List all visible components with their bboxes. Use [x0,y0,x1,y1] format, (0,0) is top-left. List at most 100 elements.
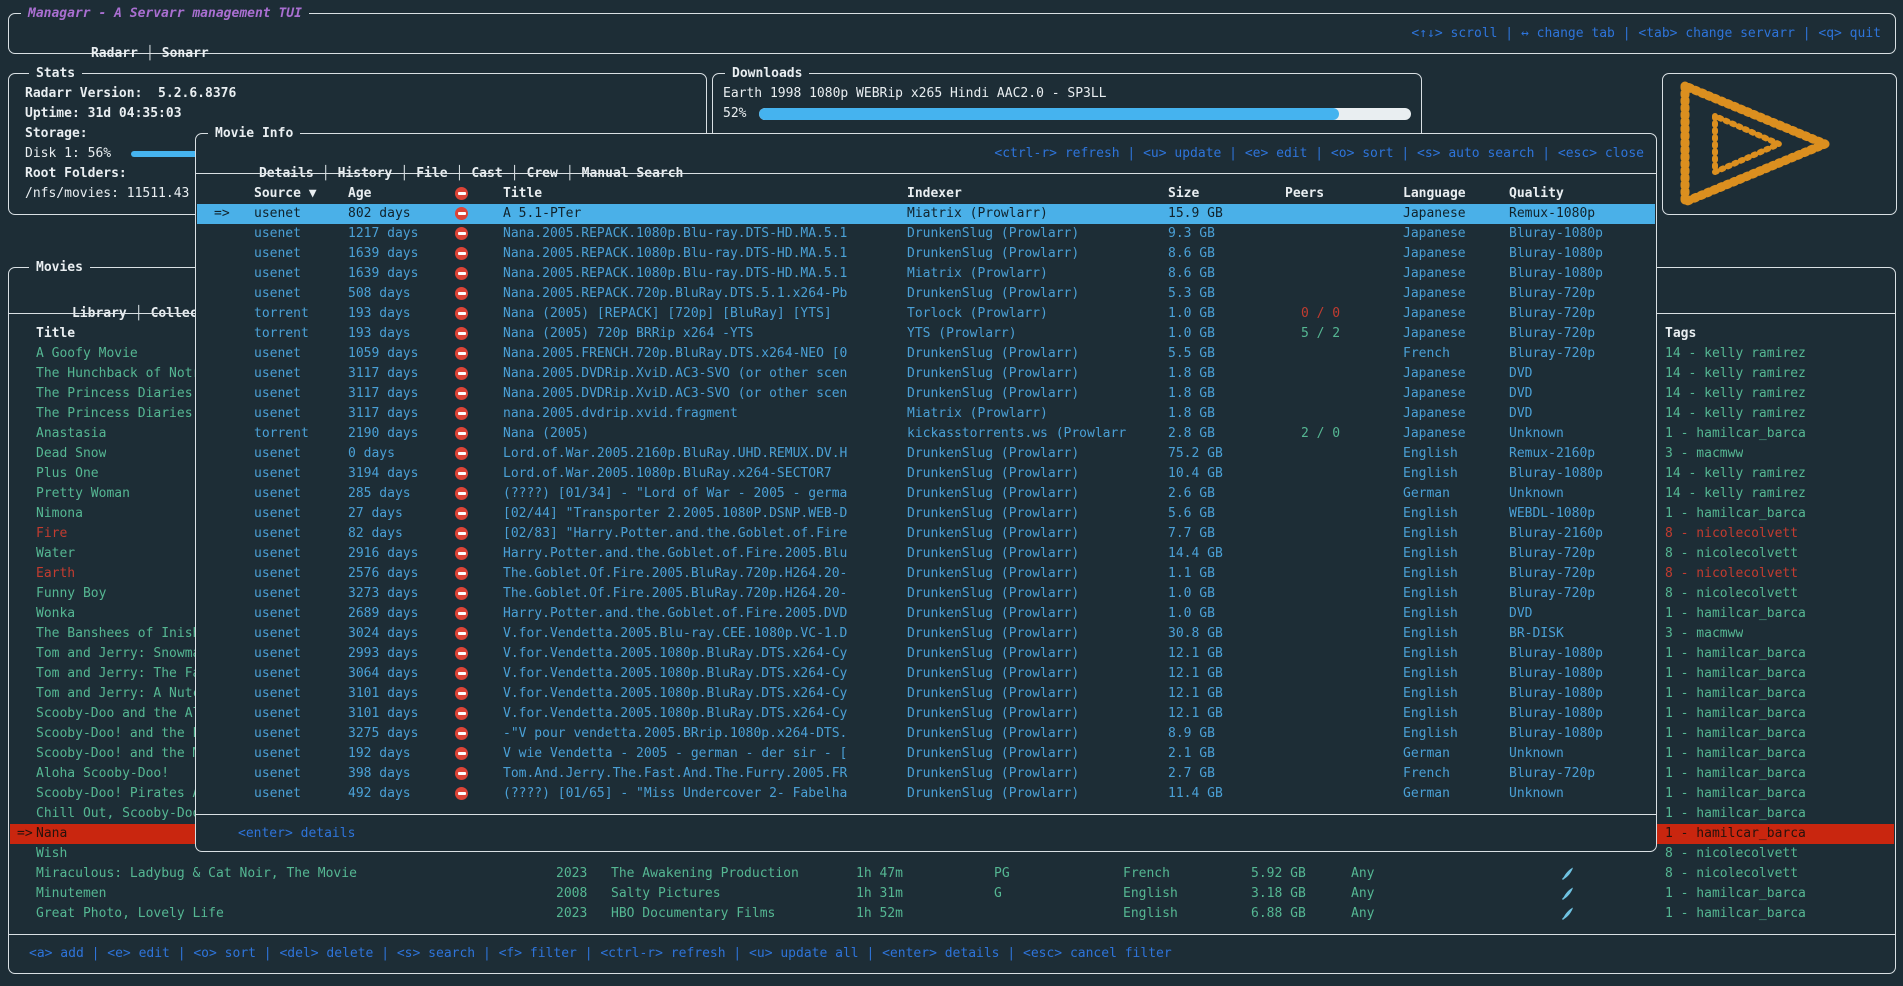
movie-size: 6.88 GB [1251,904,1306,924]
result-indexer: DrunkenSlug (Prowlarr) [907,484,1165,504]
result-language: English [1403,544,1458,564]
rejected-icon [455,767,468,780]
movie-row[interactable]: Great Photo, Lovely Life2023HBO Document… [10,904,1894,924]
movie-row[interactable]: Miraculous: Ladybug & Cat Noir, The Movi… [10,864,1894,884]
movie-runtime: 1h 52m [856,904,903,924]
result-source: usenet [254,624,301,644]
title-column-header[interactable]: Title [503,184,903,204]
result-age: 2190 days [348,424,418,444]
movie-tag: 1 - hamilcar_barca [1665,604,1806,624]
result-indexer: DrunkenSlug (Prowlarr) [907,384,1165,404]
search-result-row[interactable]: usenet2993 daysV.for.Vendetta.2005.1080p… [197,644,1655,664]
managarr-play-logo-icon [1675,80,1833,208]
footer-divider [9,934,1895,935]
movie-tag: 1 - hamilcar_barca [1665,784,1806,804]
movie-runtime: 1h 47m [856,864,903,884]
result-indexer: DrunkenSlug (Prowlarr) [907,464,1165,484]
result-age: 285 days [348,484,411,504]
search-results-rows: =>usenet802 daysA 5.1-PTerMiatrix (Prowl… [197,204,1655,804]
search-result-row[interactable]: =>usenet802 daysA 5.1-PTerMiatrix (Prowl… [197,204,1655,224]
result-quality: Bluray-720p [1509,344,1649,364]
result-source: usenet [254,684,301,704]
result-age: 2689 days [348,604,418,624]
title-column-header[interactable]: Title [36,324,75,344]
search-result-row[interactable]: usenet398 daysTom.And.Jerry.The.Fast.And… [197,764,1655,784]
search-result-row[interactable]: usenet2916 daysHarry.Potter.and.the.Gobl… [197,544,1655,564]
search-result-row[interactable]: usenet82 days[02/83] "Harry.Potter.and.t… [197,524,1655,544]
result-indexer: DrunkenSlug (Prowlarr) [907,364,1165,384]
movie-tag: 1 - hamilcar_barca [1665,504,1806,524]
language-column-header[interactable]: Language [1403,184,1466,204]
movie-quality-profile: Any [1351,864,1374,884]
rejected-icon [455,747,468,760]
result-title: V wie Vendetta - 2005 - german - der sir… [503,744,903,764]
search-result-row[interactable]: usenet1639 daysNana.2005.REPACK.1080p.Bl… [197,244,1655,264]
result-quality: Bluray-720p [1509,284,1649,304]
movie-rating: G [994,884,1002,904]
result-indexer: DrunkenSlug (Prowlarr) [907,744,1165,764]
tab-radarr[interactable]: Radarr [91,46,138,61]
search-result-row[interactable]: usenet0 daysLord.of.War.2005.2160p.BluRa… [197,444,1655,464]
movie-title: The Princess Diaries [36,404,193,424]
result-quality: Unknown [1509,744,1649,764]
indexer-column-header[interactable]: Indexer [907,184,1165,204]
quill-icon [1561,906,1575,928]
search-result-row[interactable]: torrent193 daysNana (2005) [REPACK] [720… [197,304,1655,324]
result-size: 1.8 GB [1168,384,1215,404]
search-result-row[interactable]: usenet1639 daysNana.2005.REPACK.1080p.Bl… [197,264,1655,284]
search-result-row[interactable]: usenet508 daysNana.2005.REPACK.720p.BluR… [197,284,1655,304]
quality-column-header[interactable]: Quality [1509,184,1649,204]
search-result-row[interactable]: usenet3117 daysNana.2005.DVDRip.XviD.AC3… [197,364,1655,384]
search-result-row[interactable]: usenet1217 daysNana.2005.REPACK.1080p.Bl… [197,224,1655,244]
result-age: 3117 days [348,384,418,404]
search-result-row[interactable]: usenet192 daysV wie Vendetta - 2005 - ge… [197,744,1655,764]
movie-tag: 8 - nicolecolvett [1665,864,1798,884]
search-result-row[interactable]: usenet2576 daysThe.Goblet.Of.Fire.2005.B… [197,564,1655,584]
result-quality: Remux-1080p [1509,204,1649,224]
movie-tag: 1 - hamilcar_barca [1665,664,1806,684]
result-title: The.Goblet.Of.Fire.2005.BluRay.720p.H264… [503,584,903,604]
search-result-row[interactable]: usenet3101 daysV.for.Vendetta.2005.1080p… [197,704,1655,724]
size-column-header[interactable]: Size [1168,184,1199,204]
movie-quality-profile: Any [1351,904,1374,924]
result-quality: BR-DISK [1509,624,1649,644]
movie-title: Scooby-Doo and the Al [36,704,200,724]
rejected-icon [455,467,468,480]
search-result-row[interactable]: usenet492 days(????) [01/65] - "Miss Und… [197,784,1655,804]
result-indexer: DrunkenSlug (Prowlarr) [907,444,1165,464]
tags-column-header[interactable]: Tags [1665,324,1696,344]
result-language: French [1403,344,1450,364]
search-result-row[interactable]: usenet2689 daysHarry.Potter.and.the.Gobl… [197,604,1655,624]
search-result-row[interactable]: usenet3024 daysV.for.Vendetta.2005.Blu-r… [197,624,1655,644]
source-column-header[interactable]: Source ▼ [254,184,317,204]
result-title: V.for.Vendetta.2005.1080p.BluRay.DTS.x26… [503,684,903,704]
search-result-row[interactable]: usenet3117 daysnana.2005.dvdrip.xvid.fra… [197,404,1655,424]
result-indexer: kickasstorrents.ws (Prowlarr [907,424,1165,444]
result-title: Nana (2005) [REPACK] [720p] [BluRay] [YT… [503,304,903,324]
search-result-row[interactable]: usenet1059 daysNana.2005.FRENCH.720p.Blu… [197,344,1655,364]
search-result-row[interactable]: usenet285 days(????) [01/34] - "Lord of … [197,484,1655,504]
result-peers: 5 / 2 [1301,324,1340,344]
peers-column-header[interactable]: Peers [1285,184,1324,204]
search-result-row[interactable]: usenet27 days[02/44] "Transporter 2.2005… [197,504,1655,524]
search-result-row[interactable]: usenet3194 daysLord.of.War.2005.1080p.Bl… [197,464,1655,484]
search-result-row[interactable]: usenet3273 daysThe.Goblet.Of.Fire.2005.B… [197,584,1655,604]
age-column-header[interactable]: Age [348,184,371,204]
search-result-row[interactable]: usenet3117 daysNana.2005.DVDRip.XviD.AC3… [197,384,1655,404]
search-result-row[interactable]: usenet3064 daysV.for.Vendetta.2005.1080p… [197,664,1655,684]
movie-row[interactable]: Minutemen2008Salty Pictures1h 31mGEnglis… [10,884,1894,904]
search-result-row[interactable]: usenet3275 days-"V pour vendetta.2005.BR… [197,724,1655,744]
result-title: Tom.And.Jerry.The.Fast.And.The.Furry.200… [503,764,903,784]
rejected-icon [455,487,468,500]
search-result-row[interactable]: usenet3101 daysV.for.Vendetta.2005.1080p… [197,684,1655,704]
movie-title: Tom and Jerry: A Nutc [36,684,200,704]
search-result-row[interactable]: torrent2190 daysNana (2005)kickasstorren… [197,424,1655,444]
tab-sonarr[interactable]: Sonarr [162,46,209,61]
download-item: Earth 1998 1080p WEBRip x265 Hindi AAC2.… [723,84,1107,104]
search-result-row[interactable]: torrent193 daysNana (2005) 720p BRRip x2… [197,324,1655,344]
movie-rating: PG [994,864,1010,884]
rejected-icon [455,567,468,580]
result-quality: Bluray-720p [1509,764,1649,784]
top-bar: Managarr - A Servarr management TUI Rada… [8,13,1896,54]
rejected-icon [455,547,468,560]
